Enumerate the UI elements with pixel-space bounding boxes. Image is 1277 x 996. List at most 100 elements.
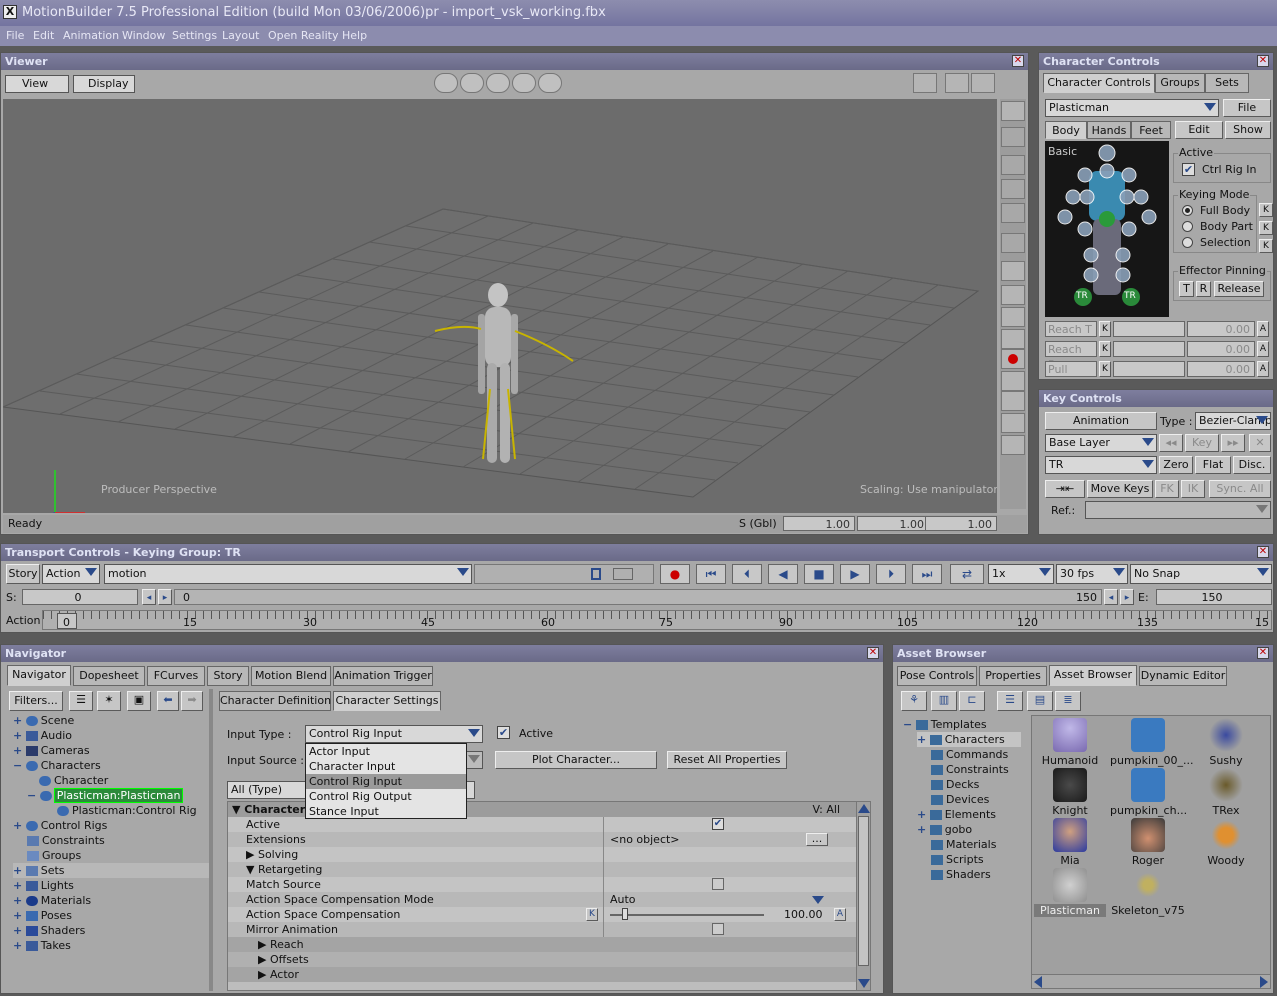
- character-picture[interactable]: Basic TR TR: [1045, 141, 1169, 317]
- asset-pumpkin-ch[interactable]: pumpkin_ch...: [1110, 768, 1187, 818]
- timeline-ruler[interactable]: 0 15 30 45 60 75 90 105 120 135 15: [42, 610, 1273, 630]
- record-button[interactable]: ●: [660, 564, 690, 584]
- tree-plasticman[interactable]: − Plasticman:Plasticman: [27, 788, 184, 803]
- filters-button[interactable]: Filters...: [9, 691, 63, 711]
- prop-active-checkbox[interactable]: ✔: [712, 818, 724, 830]
- reach-t-slider[interactable]: [1113, 321, 1185, 337]
- align-view-icon[interactable]: ⊏: [959, 691, 985, 711]
- tab-sets[interactable]: Sets: [1205, 73, 1249, 93]
- pin-translation-button[interactable]: T: [1179, 281, 1194, 297]
- reach-t-value[interactable]: 0.00: [1187, 321, 1255, 337]
- mirror-animation-checkbox[interactable]: [712, 923, 724, 935]
- option-control-rig-input[interactable]: Control Rig Input: [306, 774, 466, 789]
- input-type-select[interactable]: Control Rig Input: [305, 725, 483, 743]
- asset-knight[interactable]: Knight: [1032, 768, 1108, 818]
- tree-character[interactable]: Character: [39, 773, 108, 788]
- tree-lights[interactable]: + Lights: [13, 878, 74, 893]
- tree-cameras[interactable]: + Cameras: [13, 743, 90, 758]
- interpolation-type-select[interactable]: Bezier-Clamp: [1195, 412, 1271, 430]
- loop-icon[interactable]: [591, 568, 601, 580]
- reach-t-key-button[interactable]: K: [1099, 321, 1111, 337]
- stop-button[interactable]: ■: [804, 564, 834, 584]
- flat-button[interactable]: Flat: [1195, 456, 1231, 474]
- asset-plasticman[interactable]: Plasticman: [1032, 868, 1108, 918]
- navigator-close-icon[interactable]: ✕: [867, 647, 879, 659]
- pull-slider[interactable]: [1113, 361, 1185, 377]
- asset-humanoid[interactable]: Humanoid: [1032, 718, 1108, 768]
- prop-action-space-mode[interactable]: Action Space Compensation Mode Auto: [228, 892, 870, 907]
- keying-group-select[interactable]: TR: [1045, 456, 1157, 474]
- tree-view-icon[interactable]: ⚘: [901, 691, 927, 711]
- tree-groups[interactable]: Groups: [27, 848, 81, 863]
- pan-camera-icon[interactable]: [460, 73, 484, 93]
- asset-skeleton-v75[interactable]: Skeleton_v75: [1110, 868, 1186, 918]
- move-keys-button[interactable]: Move Keys: [1087, 480, 1153, 498]
- prev-key-nav-icon[interactable]: ◂: [142, 589, 156, 605]
- tab-hands[interactable]: Hands: [1087, 121, 1131, 139]
- tree-constraints[interactable]: Constraints: [27, 833, 105, 848]
- loop-playback-icon[interactable]: ⇄: [950, 564, 984, 584]
- asset-grid[interactable]: Humanoid pumpkin_00_... Sushy Knight pum…: [1031, 715, 1271, 989]
- prop-reach[interactable]: ▶ Reach: [228, 937, 870, 952]
- mode-dropdown-icon[interactable]: [812, 896, 824, 904]
- folder-gobo[interactable]: + gobo: [917, 822, 972, 837]
- menu-animation[interactable]: Animation: [63, 29, 119, 42]
- ctrl-rig-in-checkbox[interactable]: ✔: [1182, 163, 1195, 176]
- tree-materials[interactable]: + Materials: [13, 893, 91, 908]
- scale-y-field[interactable]: 1.00: [857, 516, 929, 531]
- tab-dopesheet[interactable]: Dopesheet: [73, 666, 145, 686]
- disc-button[interactable]: Disc.: [1233, 456, 1271, 474]
- animation-button[interactable]: Animation: [1045, 412, 1157, 430]
- menu-open-reality[interactable]: Open Reality: [268, 29, 338, 42]
- pull-value[interactable]: 0.00: [1187, 361, 1255, 377]
- tree-scene[interactable]: + Scene: [13, 713, 74, 728]
- tree-poses[interactable]: + Poses: [13, 908, 72, 923]
- option-character-input[interactable]: Character Input: [306, 759, 466, 774]
- folder-materials[interactable]: Materials: [931, 837, 996, 852]
- zero-button[interactable]: Zero: [1159, 456, 1193, 474]
- start-frame-field[interactable]: 0: [22, 589, 138, 605]
- folder-decks[interactable]: Decks: [931, 777, 979, 792]
- pull-anim-button[interactable]: A: [1257, 361, 1269, 377]
- pull-key-button[interactable]: K: [1099, 361, 1111, 377]
- option-control-rig-output[interactable]: Control Rig Output: [306, 789, 466, 804]
- split-view-icon[interactable]: ▥: [931, 691, 957, 711]
- menu-help[interactable]: Help: [342, 29, 367, 42]
- ik-button[interactable]: IK: [1181, 480, 1205, 498]
- lock-icon[interactable]: ▣: [127, 691, 151, 711]
- asset-browser-close-icon[interactable]: ✕: [1257, 647, 1269, 659]
- tab-feet[interactable]: Feet: [1131, 121, 1171, 139]
- markers-icon[interactable]: [1001, 349, 1025, 369]
- tree-control-rigs[interactable]: + Control Rigs: [13, 818, 107, 833]
- prop-mirror-animation[interactable]: Mirror Animation: [228, 922, 870, 937]
- scale-x-field[interactable]: 1.00: [783, 516, 855, 531]
- scroll-thumb[interactable]: [858, 816, 869, 966]
- character-select[interactable]: Plasticman: [1045, 99, 1219, 117]
- next-frame-button[interactable]: ⏵: [876, 564, 906, 584]
- models-icon[interactable]: [1001, 285, 1025, 305]
- prop-action-space-comp[interactable]: Action Space Compensation K 100.00 A: [228, 907, 870, 922]
- view-menu[interactable]: View: [5, 75, 69, 93]
- key-filter-icon[interactable]: ⇥⇤: [1045, 480, 1085, 498]
- next-key-button[interactable]: ▸▸: [1221, 434, 1245, 452]
- tree-shaders[interactable]: + Shaders: [13, 923, 85, 938]
- move-camera-icon[interactable]: [434, 73, 458, 93]
- bones-icon[interactable]: [1001, 329, 1025, 349]
- reach-t-anim-button[interactable]: A: [1257, 321, 1269, 337]
- viewport-3d[interactable]: Producer Perspective Scaling: Use manipu…: [3, 99, 997, 513]
- tab-story[interactable]: Story: [207, 666, 249, 686]
- all-objects-icon[interactable]: [1001, 261, 1025, 281]
- tree-takes[interactable]: + Takes: [13, 938, 71, 953]
- go-to-end-button[interactable]: ⏭: [912, 564, 942, 584]
- tab-properties[interactable]: Properties: [979, 666, 1047, 686]
- tree-sets[interactable]: + Sets: [13, 863, 209, 878]
- menu-layout[interactable]: Layout: [222, 29, 259, 42]
- menu-edit[interactable]: Edit: [33, 29, 54, 42]
- next-end-icon[interactable]: ▸: [1120, 589, 1134, 605]
- global-mode-icon[interactable]: [1001, 127, 1025, 147]
- view-edit-icon[interactable]: [971, 73, 995, 93]
- previous-frame-button[interactable]: ⏴: [732, 564, 762, 584]
- scroll-right-icon[interactable]: [1260, 976, 1268, 988]
- time-slider[interactable]: 0 150: [174, 589, 1102, 605]
- action-space-key-button[interactable]: K: [586, 908, 598, 921]
